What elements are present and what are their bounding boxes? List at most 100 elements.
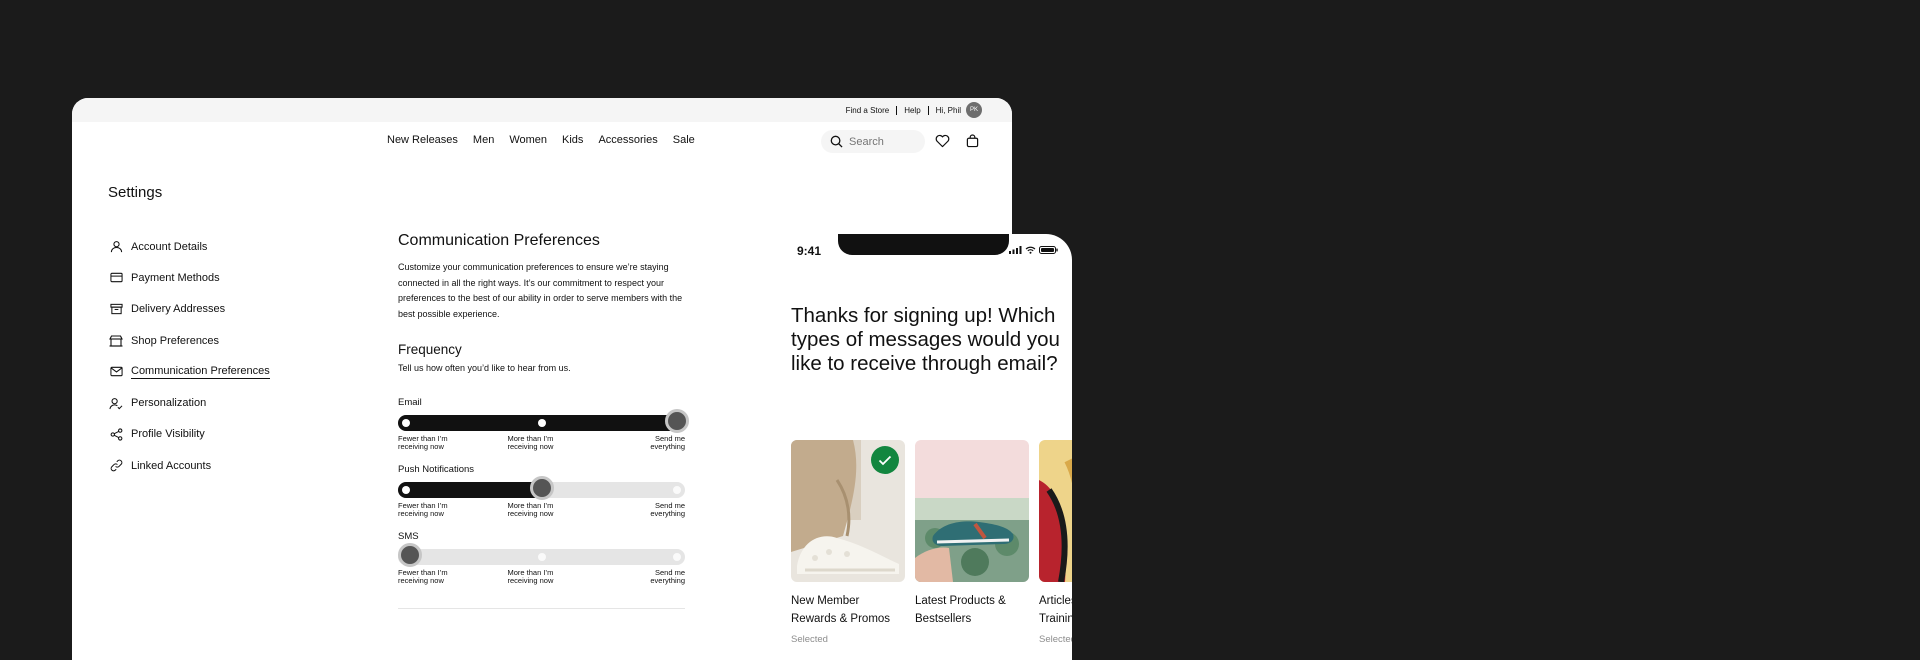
- card-articles-training[interactable]: Articles &Training Selected: [1039, 440, 1072, 645]
- sidebar-item-account-details[interactable]: Account Details: [109, 231, 270, 262]
- sidebar-item-linked-accounts[interactable]: Linked Accounts: [109, 450, 270, 481]
- card-status: Selected: [791, 634, 828, 645]
- phone-notch: [838, 234, 1009, 255]
- slider-handle[interactable]: [398, 543, 422, 567]
- heart-icon[interactable]: [935, 134, 950, 148]
- nav-women[interactable]: Women: [509, 134, 547, 146]
- slider-stop[interactable]: [402, 419, 410, 427]
- card-new-member-rewards[interactable]: New Member Rewards & Promos Selected: [791, 440, 905, 645]
- avatar[interactable]: PK: [966, 102, 982, 118]
- slider-stop[interactable]: [402, 486, 410, 494]
- tick-label-more: More than I’m receiving now: [507, 568, 554, 585]
- sidebar-item-payment-methods[interactable]: Payment Methods: [109, 262, 270, 293]
- frequency-subtitle: Tell us how often you’d like to hear fro…: [398, 363, 571, 373]
- sidebar-item-label: Account Details: [131, 240, 208, 253]
- slider-stop[interactable]: [673, 553, 681, 561]
- sidebar-item-label: Delivery Addresses: [131, 303, 226, 316]
- sidebar-item-label: Profile Visibility: [131, 428, 205, 441]
- box-icon: [109, 302, 123, 316]
- slider-stop[interactable]: [673, 486, 681, 494]
- slider-stop[interactable]: [537, 419, 546, 427]
- card-image-colorful-shoe: [1039, 440, 1072, 582]
- slider-track[interactable]: [398, 476, 685, 500]
- tick-label-everything: Send me everything: [650, 568, 685, 585]
- mobile-device: 9:41 Thanks for signing up! Which types …: [772, 234, 1072, 660]
- card-image-shoe-in-hand: [915, 440, 1029, 582]
- card-latest-products[interactable]: Latest Products & Bestsellers: [915, 440, 1029, 645]
- slider-fill: [398, 482, 550, 498]
- card-title: New Member Rewards & Promos: [791, 595, 891, 625]
- sidebar-item-personalization[interactable]: Personalization: [109, 387, 270, 418]
- nav-sale[interactable]: Sale: [673, 134, 695, 146]
- tick-label-everything: Send me everything: [650, 501, 685, 518]
- tick-label-more: More than I’m receiving now: [507, 434, 554, 451]
- slider-label: Email: [398, 397, 422, 408]
- slider-tick-labels: Fewer than I’m receiving now More than I’…: [398, 502, 685, 517]
- battery-icon: [1039, 246, 1058, 254]
- status-icons: [1009, 246, 1058, 254]
- email-frequency-slider: Email Fewer than I’m receiving now More t…: [398, 397, 689, 450]
- slider-track[interactable]: [398, 543, 685, 567]
- card-status: Selected: [1039, 634, 1072, 645]
- slider-label: Push Notifications: [398, 464, 475, 475]
- slider-tick-labels: Fewer than I’m receiving now More than I’…: [398, 435, 685, 450]
- sidebar-item-label: Linked Accounts: [131, 459, 212, 472]
- tick-label-everything: Send me everything: [650, 434, 685, 451]
- tick-label-fewer: Fewer than I’m receiving now: [398, 434, 448, 451]
- slider-label: SMS: [398, 531, 419, 542]
- selected-check-icon: [871, 446, 899, 474]
- card-title: Latest Products & Bestsellers: [915, 595, 1006, 625]
- nav-new-releases[interactable]: New Releases: [387, 134, 458, 146]
- signup-heading: Thanks for signing up! Which types of me…: [791, 304, 1060, 375]
- user-icon: [109, 240, 123, 254]
- status-time: 9:41: [797, 244, 822, 258]
- wifi-icon: [1025, 246, 1036, 254]
- search-icon: [830, 135, 843, 148]
- push-notifications-frequency-slider: Push Notifications Fewer than I’m receivi…: [398, 464, 685, 517]
- communication-preferences-panel: Communication Preferences Customize your…: [398, 232, 689, 609]
- bag-icon[interactable]: [966, 134, 979, 148]
- share-icon: [109, 427, 123, 441]
- divider: [927, 105, 929, 115]
- slider-handle[interactable]: [665, 409, 689, 433]
- sidebar-item-label: Shop Preferences: [131, 334, 220, 347]
- section-heading: Communication Preferences: [398, 232, 600, 249]
- utility-bar: Find a Store Help Hi, Phil PK: [72, 98, 1012, 122]
- search-input[interactable]: Search: [821, 130, 925, 153]
- find-store-link[interactable]: Find a Store: [846, 106, 890, 115]
- nav-men[interactable]: Men: [473, 134, 494, 146]
- divider: [896, 105, 898, 115]
- slider-handle[interactable]: [529, 476, 554, 500]
- store-icon: [109, 334, 123, 348]
- search-placeholder: Search: [849, 135, 884, 148]
- user-check-icon: [109, 396, 123, 410]
- greeting-link[interactable]: Hi, Phil: [936, 106, 961, 115]
- help-link[interactable]: Help: [904, 106, 920, 115]
- tick-label-fewer: Fewer than I’m receiving now: [398, 568, 448, 585]
- card-image-sneaker: [791, 440, 905, 582]
- frequency-heading: Frequency: [398, 342, 462, 357]
- page-title: Settings: [108, 184, 163, 201]
- slider-stop[interactable]: [537, 553, 546, 561]
- slider-tick-labels: Fewer than I’m receiving now More than I’…: [398, 569, 685, 584]
- sidebar-item-label: Personalization: [131, 397, 207, 410]
- card-title: Articles &Training: [1039, 595, 1072, 625]
- section-description: Customize your communication preferences…: [398, 262, 683, 319]
- slider-track[interactable]: [398, 409, 689, 433]
- message-type-carousel: New Member Rewards & Promos Selected Late…: [791, 440, 1072, 645]
- tick-label-fewer: Fewer than I’m receiving now: [398, 501, 448, 518]
- nav-kids[interactable]: Kids: [562, 134, 583, 146]
- sms-frequency-slider: SMS Fewer than I’m receiving now More tha…: [398, 531, 685, 584]
- sidebar-item-delivery-addresses[interactable]: Delivery Addresses: [109, 294, 270, 325]
- sidebar-item-shop-preferences[interactable]: Shop Preferences: [109, 325, 270, 356]
- signal-icon: [1009, 246, 1022, 254]
- nav-accessories[interactable]: Accessories: [598, 134, 657, 146]
- sidebar-item-profile-visibility[interactable]: Profile Visibility: [109, 419, 270, 450]
- tick-label-more: More than I’m receiving now: [507, 501, 554, 518]
- sidebar-item-communication-preferences[interactable]: Communication Preferences: [109, 356, 270, 387]
- sidebar-item-label: Communication Preferences: [131, 364, 270, 379]
- mail-icon: [109, 365, 123, 379]
- settings-sidebar: Account Details Payment Methods Delivery…: [109, 231, 270, 481]
- section-divider: [398, 608, 685, 609]
- credit-card-icon: [109, 271, 123, 285]
